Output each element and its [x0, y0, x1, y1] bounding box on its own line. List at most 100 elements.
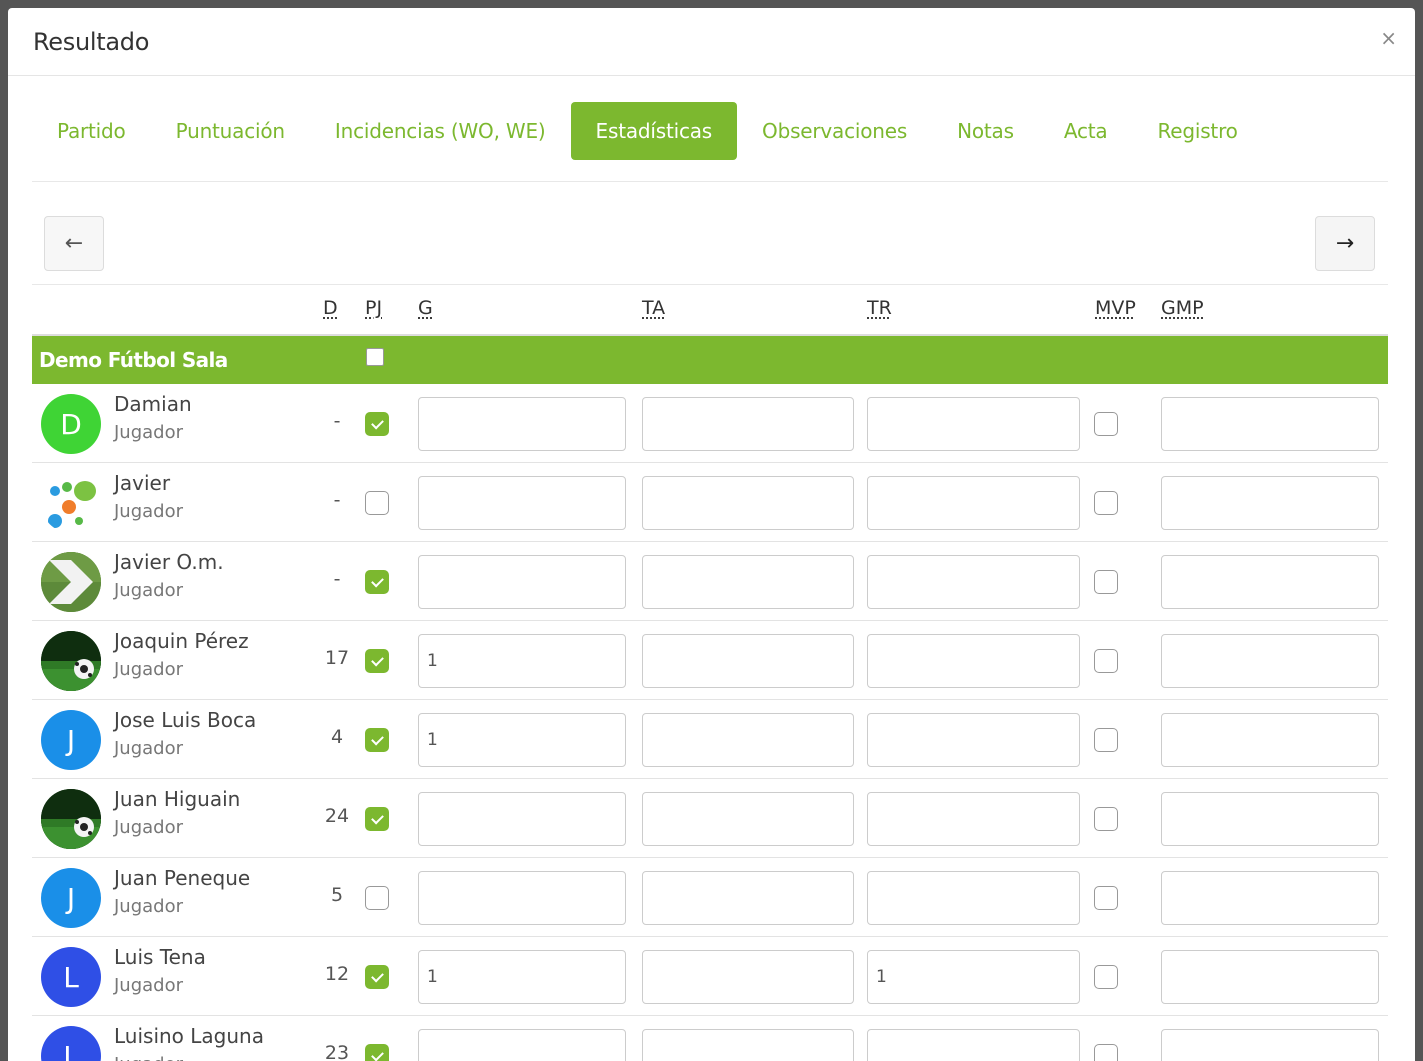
- yellow-cards-input[interactable]: [642, 792, 854, 846]
- player-dorsal: 24: [324, 805, 350, 827]
- gmp-input[interactable]: [1161, 555, 1379, 609]
- red-cards-input[interactable]: [867, 555, 1080, 609]
- avatar: D: [41, 394, 101, 454]
- tab-notas[interactable]: Notas: [932, 102, 1039, 160]
- player-role: Jugador: [114, 975, 184, 996]
- player-row: Juan Higuain Jugador 24: [32, 779, 1388, 858]
- avatar: [41, 473, 101, 533]
- player-dorsal: -: [333, 568, 341, 590]
- yellow-cards-input[interactable]: [642, 555, 854, 609]
- player-role: Jugador: [114, 422, 184, 443]
- player-role: Jugador: [114, 580, 184, 601]
- red-cards-input[interactable]: [867, 1029, 1080, 1061]
- tab-estadisticas[interactable]: Estadísticas: [570, 102, 738, 160]
- mvp-checkbox[interactable]: [1094, 491, 1118, 515]
- prev-button[interactable]: ←: [44, 216, 104, 271]
- avatar: J: [41, 710, 101, 770]
- player-name: Damian: [114, 392, 192, 416]
- player-role: Jugador: [114, 896, 184, 917]
- mvp-checkbox[interactable]: [1094, 570, 1118, 594]
- gmp-input[interactable]: [1161, 634, 1379, 688]
- tab-partido[interactable]: Partido: [32, 102, 151, 160]
- goals-input[interactable]: [418, 555, 626, 609]
- pj-checkbox[interactable]: [365, 649, 389, 673]
- goals-input[interactable]: 1: [418, 634, 626, 688]
- yellow-cards-input[interactable]: [642, 950, 854, 1004]
- col-header-pj: PJ: [365, 297, 383, 319]
- red-cards-input[interactable]: [867, 713, 1080, 767]
- red-cards-input[interactable]: [867, 792, 1080, 846]
- player-dorsal: 12: [324, 963, 350, 985]
- goals-input[interactable]: [418, 792, 626, 846]
- tab-registro[interactable]: Registro: [1132, 102, 1262, 160]
- tab-observaciones[interactable]: Observaciones: [737, 102, 932, 160]
- player-dorsal: 5: [330, 884, 344, 906]
- pj-checkbox[interactable]: [365, 1044, 389, 1061]
- goals-input[interactable]: 1: [418, 950, 626, 1004]
- pj-checkbox[interactable]: [365, 412, 389, 436]
- pj-checkbox[interactable]: [365, 728, 389, 752]
- player-dorsal: 23: [324, 1042, 350, 1061]
- gmp-input[interactable]: [1161, 1029, 1379, 1061]
- result-modal: Resultado × Partido Puntuación Incidencias…: [8, 8, 1415, 1061]
- tab-acta[interactable]: Acta: [1039, 102, 1133, 160]
- red-cards-input[interactable]: [867, 476, 1080, 530]
- tab-puntuacion[interactable]: Puntuación: [151, 102, 310, 160]
- next-button[interactable]: →: [1315, 216, 1375, 271]
- player-row: D Damian Jugador -: [32, 384, 1388, 463]
- col-header-g: G: [418, 297, 433, 319]
- tab-incidencias[interactable]: Incidencias (WO, WE): [310, 102, 571, 160]
- red-cards-input[interactable]: 1: [867, 950, 1080, 1004]
- close-icon[interactable]: ×: [1380, 28, 1397, 48]
- mvp-checkbox[interactable]: [1094, 807, 1118, 831]
- goals-input[interactable]: [418, 476, 626, 530]
- player-row: Joaquin Pérez Jugador 17 1: [32, 621, 1388, 700]
- goals-input[interactable]: 1: [418, 713, 626, 767]
- yellow-cards-input[interactable]: [642, 397, 854, 451]
- mvp-checkbox[interactable]: [1094, 965, 1118, 989]
- gmp-input[interactable]: [1161, 950, 1379, 1004]
- mvp-checkbox[interactable]: [1094, 1044, 1118, 1061]
- red-cards-input[interactable]: [867, 634, 1080, 688]
- pj-checkbox[interactable]: [365, 491, 389, 515]
- mvp-checkbox[interactable]: [1094, 649, 1118, 673]
- team-select-all-checkbox[interactable]: [366, 348, 384, 366]
- mvp-checkbox[interactable]: [1094, 886, 1118, 910]
- col-header-d: D: [323, 297, 338, 319]
- player-name: Javier: [114, 471, 171, 495]
- goals-input[interactable]: [418, 871, 626, 925]
- pj-checkbox[interactable]: [365, 570, 389, 594]
- yellow-cards-input[interactable]: [642, 476, 854, 530]
- player-row: J Juan Peneque Jugador 5: [32, 858, 1388, 937]
- gmp-input[interactable]: [1161, 476, 1379, 530]
- gmp-input[interactable]: [1161, 792, 1379, 846]
- pj-checkbox[interactable]: [365, 886, 389, 910]
- team-row: Demo Fútbol Sala: [32, 336, 1388, 384]
- col-header-mvp: MVP: [1095, 297, 1136, 319]
- player-dorsal: 17: [324, 647, 350, 669]
- pj-checkbox[interactable]: [365, 807, 389, 831]
- gmp-input[interactable]: [1161, 713, 1379, 767]
- gmp-input[interactable]: [1161, 397, 1379, 451]
- avatar: [41, 789, 101, 849]
- avatar-letter: L: [63, 960, 79, 994]
- yellow-cards-input[interactable]: [642, 1029, 854, 1061]
- column-header-row: D PJ G TA TR MVP GMP: [32, 284, 1388, 336]
- player-role: Jugador: [114, 817, 184, 838]
- tab-bar: Partido Puntuación Incidencias (WO, WE) Est…: [32, 102, 1388, 182]
- goals-input[interactable]: [418, 397, 626, 451]
- player-role: Jugador: [114, 738, 184, 759]
- player-row: L Luisino Laguna Jugador 23: [32, 1016, 1388, 1061]
- yellow-cards-input[interactable]: [642, 634, 854, 688]
- mvp-checkbox[interactable]: [1094, 412, 1118, 436]
- yellow-cards-input[interactable]: [642, 871, 854, 925]
- avatar-letter: L: [63, 1039, 79, 1061]
- red-cards-input[interactable]: [867, 871, 1080, 925]
- goals-input[interactable]: [418, 1029, 626, 1061]
- red-cards-input[interactable]: [867, 397, 1080, 451]
- mvp-checkbox[interactable]: [1094, 728, 1118, 752]
- gmp-input[interactable]: [1161, 871, 1379, 925]
- player-name: Luisino Laguna: [114, 1024, 264, 1048]
- pj-checkbox[interactable]: [365, 965, 389, 989]
- yellow-cards-input[interactable]: [642, 713, 854, 767]
